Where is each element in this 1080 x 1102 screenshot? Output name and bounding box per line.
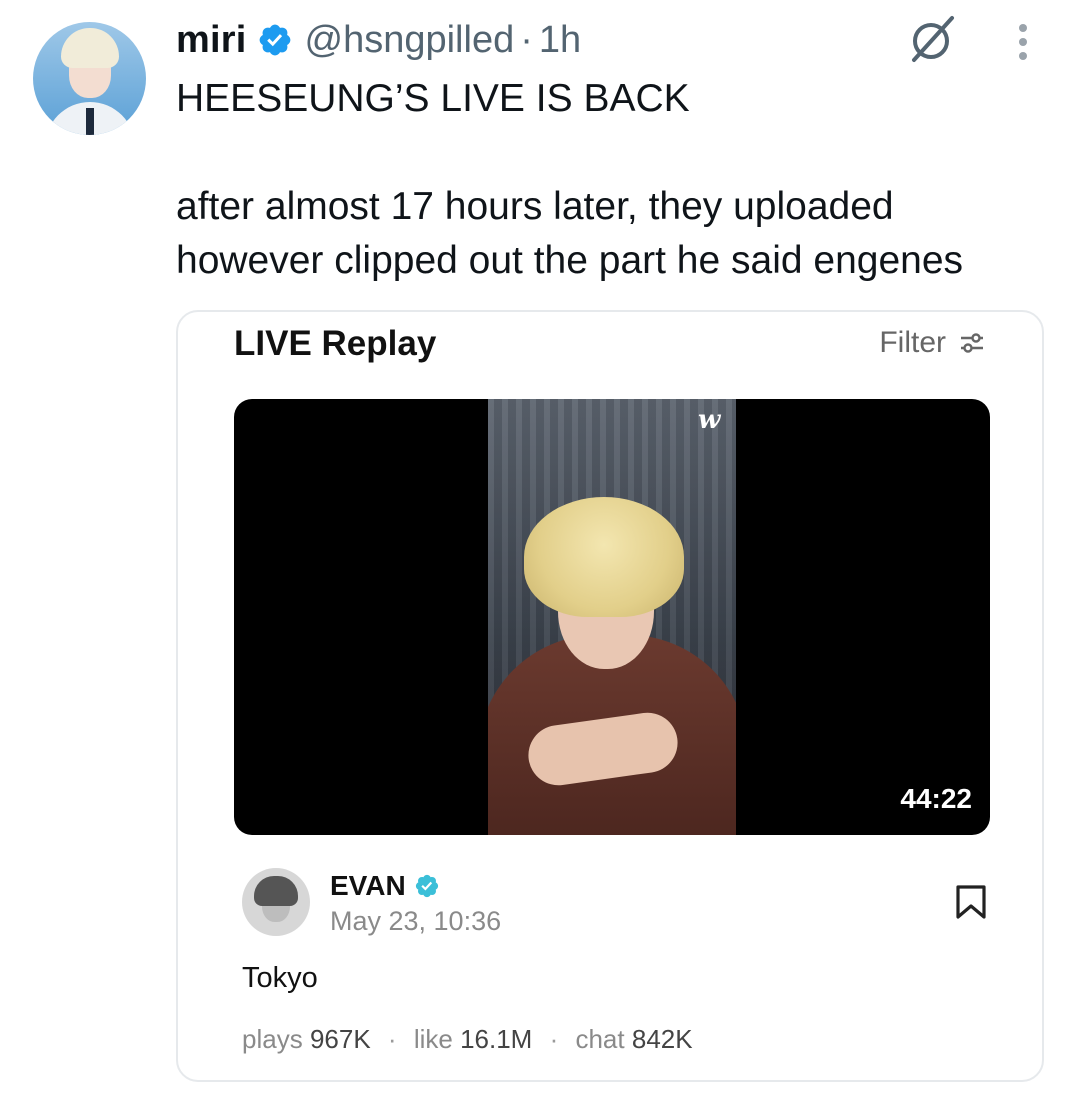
tweet-header: miri @hsngpilled · 1h: [176, 16, 581, 64]
video-stats: plays 967K · like 16.1M · chat 842K: [242, 1024, 693, 1055]
chat-count: 842K: [631, 1024, 693, 1054]
grok-icon[interactable]: [904, 12, 958, 66]
profile-avatar[interactable]: [33, 22, 146, 135]
author-name[interactable]: miri: [176, 19, 247, 62]
tweet-timestamp[interactable]: 1h: [539, 19, 581, 62]
likes-label: like: [413, 1024, 453, 1054]
chat-label: chat: [575, 1024, 625, 1054]
platform-logo: w: [698, 405, 721, 435]
filter-icon: [961, 333, 983, 353]
more-options-icon[interactable]: [1010, 22, 1036, 62]
tweet-text-line: after almost 17 hours later, they upload…: [176, 185, 894, 228]
video-caption: Tokyo: [242, 962, 318, 994]
separator-dot: ·: [520, 18, 533, 61]
plays-label: plays: [242, 1024, 303, 1054]
filter-label: Filter: [879, 326, 946, 359]
post-date: May 23, 10:36: [330, 906, 502, 936]
plays-count: 967K: [309, 1024, 371, 1054]
bookmark-icon[interactable]: [954, 884, 988, 920]
card-title: LIVE Replay: [234, 324, 437, 363]
video-frame: [488, 399, 736, 835]
channel-name: EVAN: [330, 870, 406, 901]
tweet-text-line: [176, 126, 1056, 180]
video-thumbnail[interactable]: w 44:22: [234, 399, 990, 835]
tweet-text: HEESEUNG’S LIVE IS BACK after almost 17 …: [176, 72, 1056, 288]
verified-check-icon: [415, 874, 438, 898]
likes-count: 16.1M: [460, 1024, 533, 1054]
author-handle[interactable]: @hsngpilled: [305, 19, 515, 62]
media-card[interactable]: LIVE Replay Filter w 44:22 EVAN May 23, …: [176, 310, 1044, 1082]
stats-separator: ·: [387, 1024, 397, 1054]
verified-badge-icon[interactable]: [257, 22, 293, 58]
video-duration: 44:22: [900, 783, 972, 814]
tweet-text-line: however clipped out the part he said eng…: [176, 239, 964, 282]
tweet-text-line: HEESEUNG’S LIVE IS BACK: [176, 77, 690, 120]
channel-avatar[interactable]: [242, 868, 310, 936]
channel-name-row[interactable]: EVAN: [330, 870, 440, 902]
filter-button[interactable]: Filter: [879, 326, 986, 360]
stats-separator: ·: [549, 1024, 559, 1054]
